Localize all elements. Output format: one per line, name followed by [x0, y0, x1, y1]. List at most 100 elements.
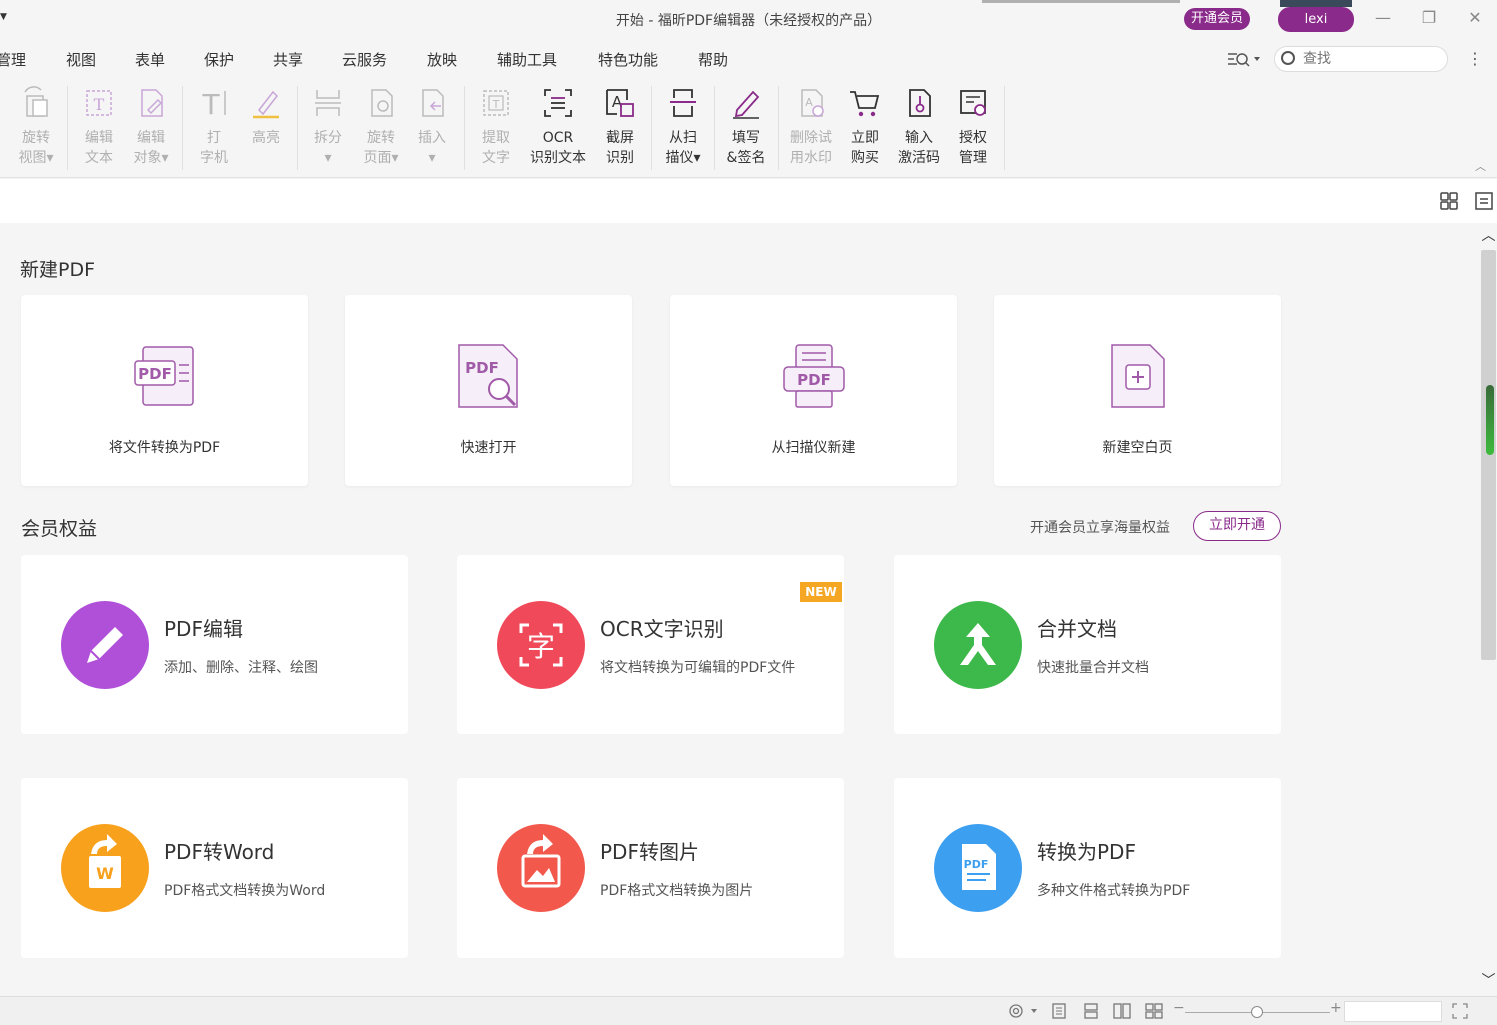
search-input[interactable] [1303, 50, 1433, 68]
zoom-out-icon[interactable]: − [1173, 1000, 1185, 1016]
menu-cloud[interactable]: 云服务 [342, 49, 387, 70]
section-title-member: 会员权益 [21, 518, 98, 540]
feature-desc: 快速批量合并文档 [1037, 660, 1149, 676]
vip-button[interactable]: 开通会员 [1184, 8, 1250, 30]
card-convert-to-pdf[interactable]: PDF 将文件转换为PDF [21, 295, 308, 486]
tool-rotate-view[interactable]: 旋转 视图▾ [12, 86, 60, 168]
feature-icon-circle [497, 824, 585, 912]
ribbon-separator [778, 86, 779, 170]
typewriter-icon: T [201, 88, 226, 121]
continuous-facing-icon[interactable] [1145, 1003, 1163, 1019]
split-icon [315, 90, 341, 116]
fullscreen-icon[interactable] [1451, 1003, 1469, 1019]
feature-desc: 添加、删除、注释、绘图 [164, 660, 318, 676]
svg-text:PDF: PDF [797, 371, 831, 389]
card-quick-open[interactable]: PDF 快速打开 [345, 295, 632, 486]
scroll-up-arrow-icon[interactable]: ︿ [1480, 225, 1497, 245]
extract-text-icon: T [483, 90, 509, 116]
restore-button[interactable]: ❐ [1414, 6, 1444, 30]
menu-view[interactable]: 视图 [66, 49, 96, 70]
tool-activation-code[interactable]: 输入 激活码 [895, 86, 943, 168]
ribbon-separator [67, 86, 68, 170]
svg-text:T: T [492, 98, 500, 111]
screenshot-ocr-icon: A [606, 89, 634, 117]
cart-icon [850, 91, 880, 117]
license-manage-icon [960, 90, 986, 116]
menu-features[interactable]: 特色功能 [598, 49, 658, 70]
feature-merge[interactable]: 合并文档 快速批量合并文档 [894, 555, 1281, 734]
feature-desc: PDF格式文档转换为图片 [600, 883, 754, 899]
tool-scanner[interactable]: 从扫 描仪▾ [660, 86, 706, 168]
tool-highlight[interactable]: 高亮 [246, 86, 286, 148]
search-mode-dropdown[interactable] [1227, 49, 1267, 69]
feature-pdf-to-image[interactable]: PDF转图片 PDF格式文档转换为图片 [457, 778, 844, 958]
grid-view-icon[interactable] [1439, 191, 1459, 211]
highlight-icon [253, 90, 279, 119]
feature-title: PDF转图片 [600, 840, 699, 864]
zoom-slider-knob[interactable] [1251, 1006, 1263, 1018]
tool-edit-text[interactable]: T 编辑 文本 [78, 86, 120, 168]
feature-convert-to-pdf[interactable]: PDF 转换为PDF 多种文件格式转换为PDF [894, 778, 1281, 958]
tool-extract-text[interactable]: T 提取 文字 [476, 86, 516, 168]
image-icon [521, 834, 561, 888]
tool-rotate-page[interactable]: 旋转 页面▾ [358, 86, 404, 168]
merge-icon [960, 622, 996, 665]
feature-icon-circle: 字 [497, 600, 585, 689]
menu-share[interactable]: 共享 [273, 49, 303, 70]
menu-form[interactable]: 表单 [135, 49, 165, 70]
feature-pdf-to-word[interactable]: W PDF转Word PDF格式文档转换为Word [21, 778, 408, 958]
facing-pages-icon[interactable] [1113, 1003, 1131, 1019]
open-membership-button[interactable]: 立即开通 [1193, 511, 1281, 541]
card-blank-page[interactable]: 新建空白页 [994, 295, 1281, 486]
scroll-down-arrow-icon[interactable]: ﹀ [1480, 970, 1497, 990]
tool-remove-watermark[interactable]: A 删除试 用水印 [786, 86, 836, 168]
minimize-button[interactable]: — [1368, 6, 1398, 30]
tool-edit-object[interactable]: 编辑 对象▾ [128, 86, 174, 168]
menu-assist-tools[interactable]: 辅助工具 [497, 49, 557, 70]
collapse-ribbon-icon[interactable]: ︿ [1475, 158, 1486, 174]
ribbon-separator [651, 86, 652, 170]
close-button[interactable]: ✕ [1460, 6, 1490, 30]
menu-manage[interactable]: 管理 [0, 49, 26, 70]
convert-to-pdf-icon: PDF [133, 346, 194, 406]
tool-insert[interactable]: 插入 ▾ [412, 86, 452, 168]
zoom-level-input[interactable] [1344, 1001, 1442, 1022]
more-options-icon[interactable]: ⋮ [1467, 49, 1483, 68]
single-page-icon[interactable] [1050, 1003, 1068, 1019]
svg-text:PDF: PDF [964, 858, 989, 871]
ribbon-toolbar: 旋转 视图▾ T 编辑 文本 编辑 对象▾ T 打 字机 高亮 拆分 ▾ 旋转 … [0, 78, 1497, 178]
page-display-mode-icon[interactable] [1007, 1003, 1043, 1019]
search-box[interactable] [1274, 46, 1448, 72]
member-promo-text: 开通会员立享海量权益 [1030, 520, 1170, 536]
feature-ocr[interactable]: NEW 字 OCR文字识别 将文档转换为可编辑的PDF文件 [457, 555, 844, 734]
user-account-button[interactable]: lexi [1278, 7, 1354, 32]
feature-desc: PDF格式文档转换为Word [164, 883, 326, 899]
card-scan-new[interactable]: PDF 从扫描仪新建 [670, 295, 957, 486]
svg-text:PDF: PDF [138, 365, 172, 383]
menu-protect[interactable]: 保护 [204, 49, 234, 70]
menu-help[interactable]: 帮助 [698, 49, 728, 70]
feature-icon-circle [61, 600, 149, 689]
tool-split[interactable]: 拆分 ▾ [308, 86, 348, 168]
zoom-in-icon[interactable]: + [1330, 1000, 1342, 1016]
title-bar: ▼ 开始 - 福昕PDF编辑器（未经授权的产品） 开通会员 lexi — ❐ ✕ [0, 0, 1497, 38]
tool-screenshot-ocr[interactable]: A 截屏 识别 [600, 86, 640, 168]
menu-slideshow[interactable]: 放映 [427, 49, 457, 70]
section-title-new-pdf: 新建PDF [20, 259, 96, 281]
feature-pdf-edit[interactable]: PDF编辑 添加、删除、注释、绘图 [21, 555, 408, 734]
fill-sign-icon [733, 90, 760, 119]
feature-desc: 多种文件格式转换为PDF [1037, 883, 1191, 899]
rotate-view-icon [24, 86, 48, 117]
tool-fill-sign[interactable]: 填写 &签名 [722, 86, 770, 168]
list-view-icon[interactable] [1474, 191, 1494, 211]
feature-title: 合并文档 [1037, 617, 1117, 641]
tool-ocr[interactable]: OCR 识别文本 [526, 86, 590, 168]
tool-typewriter[interactable]: T 打 字机 [194, 86, 234, 168]
continuous-page-icon[interactable] [1082, 1003, 1100, 1019]
scrollbar-thumb[interactable] [1481, 250, 1496, 660]
tool-buy-now[interactable]: 立即 购买 [845, 86, 885, 168]
tool-license-manage[interactable]: 授权 管理 [952, 86, 994, 168]
edit-object-icon [141, 89, 163, 117]
feature-desc: 将文档转换为可编辑的PDF文件 [600, 660, 796, 676]
feature-title: PDF编辑 [164, 617, 243, 641]
